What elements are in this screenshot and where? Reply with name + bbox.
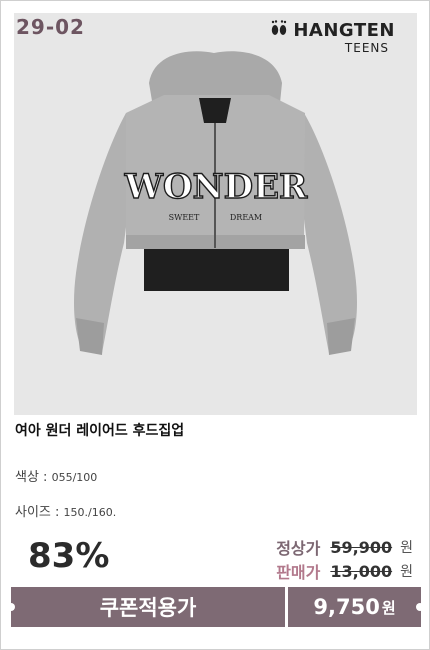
product-card[interactable]: 29-02 HANGTEN TEENS WONDER SWEET DREAM 여…	[0, 0, 430, 650]
ticket-notch-left	[7, 603, 15, 611]
sale-price-currency: 원	[400, 564, 413, 580]
sale-price-row: 판매가 13,000 원	[276, 559, 413, 583]
color-option: 색상 : 055/100	[15, 466, 97, 485]
coupon-price-button[interactable]: 쿠폰적용가	[11, 587, 285, 627]
regular-price-label: 정상가	[276, 539, 321, 558]
ticket-notch-right	[416, 603, 424, 611]
color-value: 055/100	[51, 471, 98, 484]
hoodie-illustration: WONDER SWEET DREAM	[74, 51, 357, 355]
size-label: 사이즈 :	[15, 505, 64, 520]
regular-price-currency: 원	[400, 540, 413, 556]
regular-price-value: 59,900	[330, 537, 393, 557]
color-label: 색상 :	[15, 470, 52, 485]
discount-rate: 83%	[28, 536, 110, 576]
final-price-value: 9,750	[313, 595, 380, 619]
size-value: 150./160.	[63, 506, 117, 519]
size-option: 사이즈 : 150./160.	[15, 501, 116, 520]
hoodie-print-left: SWEET	[169, 213, 200, 222]
product-image[interactable]: 29-02 HANGTEN TEENS WONDER SWEET DREAM	[14, 13, 417, 415]
hoodie-print-right: DREAM	[230, 213, 262, 222]
sale-price-value: 13,000	[330, 561, 393, 581]
regular-price-row: 정상가 59,900 원	[276, 535, 413, 559]
final-price[interactable]: 9,750 원	[288, 587, 421, 627]
hoodie-print-main: WONDER	[124, 167, 308, 207]
product-title[interactable]: 여아 원더 레이어드 후드집업	[15, 420, 184, 440]
coupon-bar[interactable]: 쿠폰적용가 9,750 원	[11, 587, 421, 627]
final-price-currency: 원	[381, 598, 396, 617]
sale-price-label: 판매가	[276, 563, 321, 582]
